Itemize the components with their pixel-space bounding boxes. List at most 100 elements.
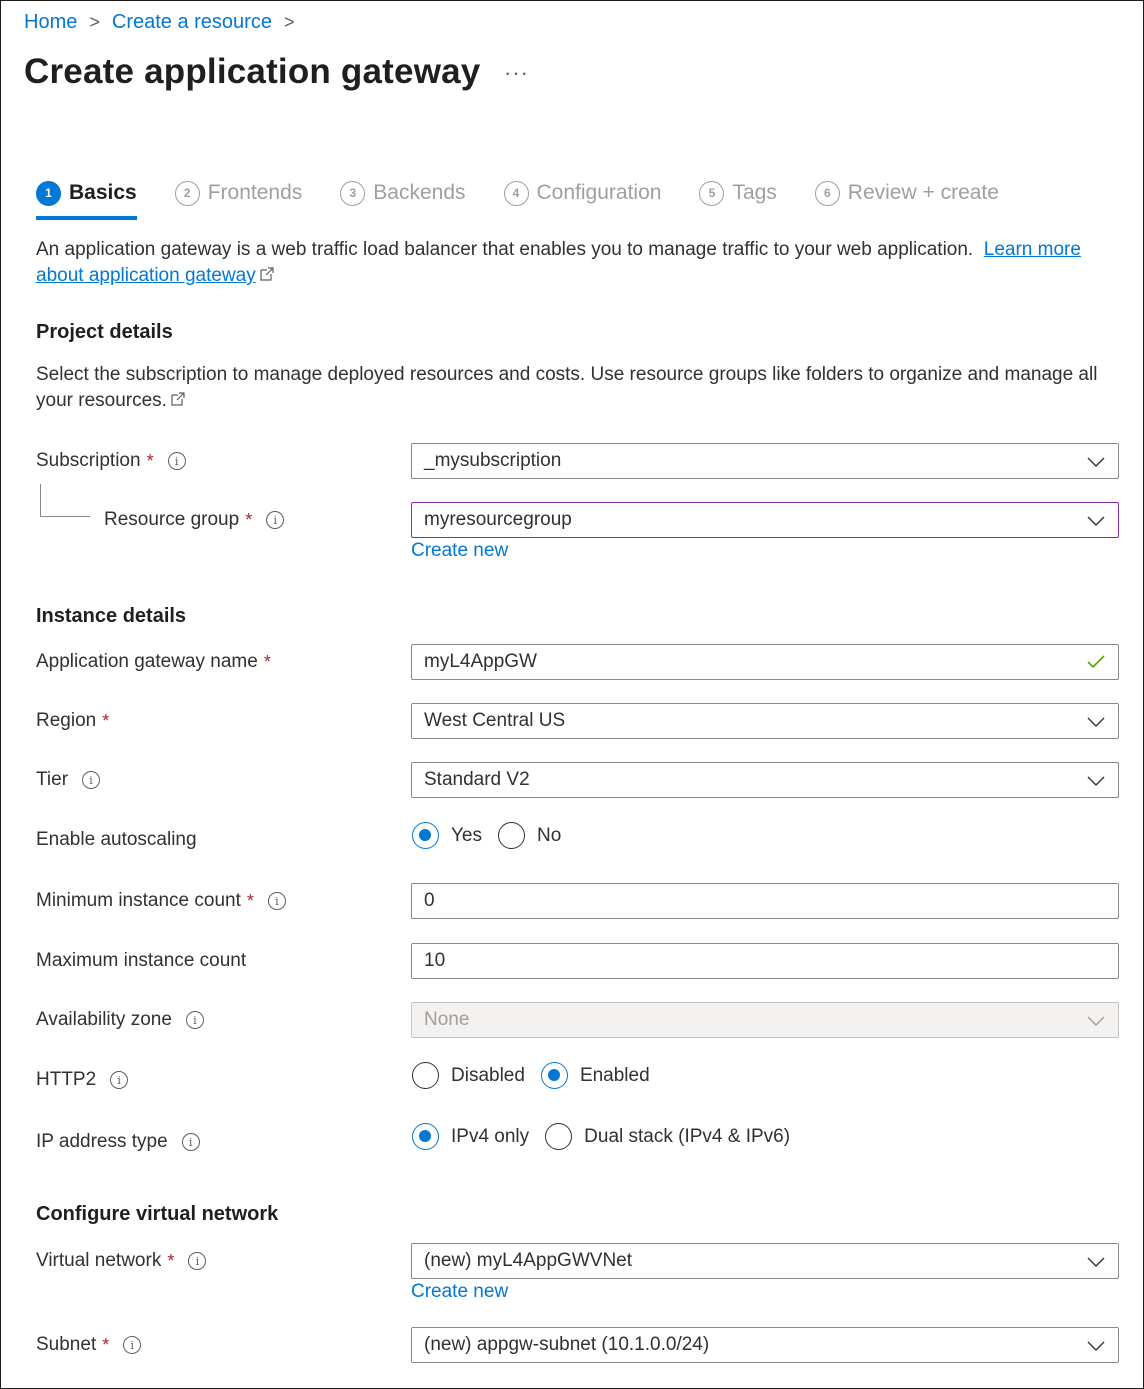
tab-label: Configuration (536, 181, 662, 204)
tab-label: Frontends (207, 181, 303, 204)
tab-review-create[interactable]: 6 Review + create (814, 176, 999, 210)
step-number-icon: 2 (174, 180, 200, 206)
required-indicator: * (146, 450, 154, 471)
external-link-icon (171, 392, 185, 406)
availability-zone-dropdown: None (411, 1002, 1119, 1038)
http2-label: HTTP2 i (36, 1065, 129, 1095)
info-icon[interactable]: i (123, 1336, 142, 1354)
region-dropdown[interactable]: West Central US (411, 703, 1119, 739)
radio-selected-icon (412, 822, 439, 849)
info-icon[interactable]: i (266, 511, 285, 529)
required-indicator: * (245, 509, 253, 530)
required-indicator: * (167, 1250, 175, 1271)
info-icon[interactable]: i (110, 1071, 129, 1089)
http2-enabled-radio[interactable]: Enabled (540, 1062, 650, 1089)
tab-label: Tags (732, 181, 777, 204)
info-icon[interactable]: i (181, 1133, 200, 1151)
create-new-resource-group-link[interactable]: Create new (411, 540, 508, 562)
required-indicator: * (263, 651, 271, 672)
tab-label: Basics (69, 181, 137, 204)
resource-group-dropdown[interactable]: myresourcegroup (411, 502, 1119, 538)
info-icon[interactable]: i (185, 1011, 204, 1029)
availability-zone-label: Availability zone i (36, 1005, 204, 1035)
tab-basics[interactable]: 1 Basics (36, 176, 137, 220)
subnet-dropdown[interactable]: (new) appgw-subnet (10.1.0.0/24) (411, 1327, 1119, 1363)
breadcrumb-home[interactable]: Home (24, 11, 77, 34)
breadcrumb: Home > Create a resource > (24, 11, 306, 34)
ipv4-only-radio[interactable]: IPv4 only (412, 1123, 529, 1150)
min-instance-label: Minimum instance count * i (36, 886, 286, 916)
tab-frontends[interactable]: 2 Frontends (174, 176, 303, 210)
region-label: Region * (36, 710, 110, 731)
info-icon[interactable]: i (167, 452, 186, 470)
page-title: Create application gateway (24, 52, 481, 91)
autoscaling-no-radio[interactable]: No (498, 822, 561, 849)
required-indicator: * (102, 1334, 110, 1355)
chevron-down-icon (1087, 776, 1105, 786)
chevron-down-icon (1087, 1341, 1105, 1351)
info-icon[interactable]: i (188, 1252, 207, 1270)
subscription-dropdown[interactable]: _mysubscription (411, 443, 1119, 479)
radio-unselected-icon (545, 1123, 573, 1150)
radio-selected-icon (412, 1123, 439, 1150)
info-icon[interactable]: i (267, 892, 286, 910)
tier-label: Tier i (36, 765, 101, 795)
project-details-heading: Project details (36, 321, 173, 343)
tab-label: Review + create (847, 181, 999, 204)
http2-radio-group: Disabled Enabled (412, 1062, 666, 1089)
breadcrumb-create-resource[interactable]: Create a resource (112, 11, 272, 34)
instance-details-heading: Instance details (36, 605, 187, 627)
wizard-tabs: 1 Basics 2 Frontends 3 Backends 4 Config… (36, 176, 1037, 220)
autoscaling-label: Enable autoscaling (36, 829, 197, 850)
chevron-down-icon (1087, 457, 1105, 467)
external-link-icon (260, 267, 274, 281)
step-number-icon: 6 (814, 180, 840, 206)
checkmark-icon (1087, 655, 1105, 669)
vnet-dropdown[interactable]: (new) myL4AppGWVNet (411, 1243, 1119, 1279)
autoscaling-radio-group: Yes No (412, 822, 577, 849)
max-instance-label: Maximum instance count (36, 950, 247, 971)
radio-selected-icon (540, 1062, 568, 1089)
tab-tags[interactable]: 5 Tags (699, 176, 777, 210)
chevron-down-icon (1087, 717, 1105, 727)
gateway-name-input[interactable]: myL4AppGW (411, 644, 1119, 680)
step-number-icon: 1 (36, 180, 61, 206)
autoscaling-yes-radio[interactable]: Yes (412, 822, 482, 849)
info-icon[interactable]: i (82, 771, 101, 789)
dual-stack-radio[interactable]: Dual stack (IPv4 & IPv6) (545, 1123, 790, 1150)
required-indicator: * (102, 710, 110, 731)
max-instance-input[interactable]: 10 (411, 943, 1119, 979)
subscription-label: Subscription * i (36, 446, 186, 476)
radio-unselected-icon (498, 822, 525, 849)
create-new-vnet-link[interactable]: Create new (411, 1281, 508, 1303)
subnet-label: Subnet * i (36, 1330, 142, 1360)
tier-dropdown[interactable]: Standard V2 (411, 762, 1119, 798)
gateway-name-label: Application gateway name * (36, 651, 271, 672)
vnet-label: Virtual network * i (36, 1246, 207, 1276)
tree-connector (40, 516, 90, 517)
chevron-right-icon: > (89, 12, 100, 32)
configure-vnet-heading: Configure virtual network (36, 1203, 279, 1225)
chevron-down-icon (1087, 516, 1105, 526)
intro-paragraph: An application gateway is a web traffic … (36, 237, 1126, 289)
project-details-description: Select the subscription to manage deploy… (36, 364, 1098, 411)
ip-type-radio-group: IPv4 only Dual stack (IPv4 & IPv6) (412, 1123, 806, 1150)
tree-connector (40, 484, 41, 516)
intro-text: An application gateway is a web traffic … (36, 239, 974, 260)
radio-unselected-icon (412, 1062, 439, 1089)
step-number-icon: 3 (340, 180, 366, 206)
http2-disabled-radio[interactable]: Disabled (412, 1062, 525, 1089)
resource-group-label: Resource group * i (104, 505, 285, 535)
step-number-icon: 5 (699, 180, 725, 206)
min-instance-input[interactable]: 0 (411, 883, 1119, 919)
chevron-down-icon (1087, 1257, 1105, 1267)
tab-configuration[interactable]: 4 Configuration (503, 176, 662, 210)
chevron-down-icon (1087, 1016, 1105, 1026)
required-indicator: * (246, 890, 254, 911)
more-options-icon[interactable]: ··· (504, 60, 529, 86)
tab-label: Backends (373, 181, 466, 204)
chevron-right-icon: > (283, 12, 295, 32)
ip-address-type-label: IP address type i (36, 1127, 200, 1157)
step-number-icon: 4 (503, 180, 529, 206)
tab-backends[interactable]: 3 Backends (340, 176, 466, 210)
